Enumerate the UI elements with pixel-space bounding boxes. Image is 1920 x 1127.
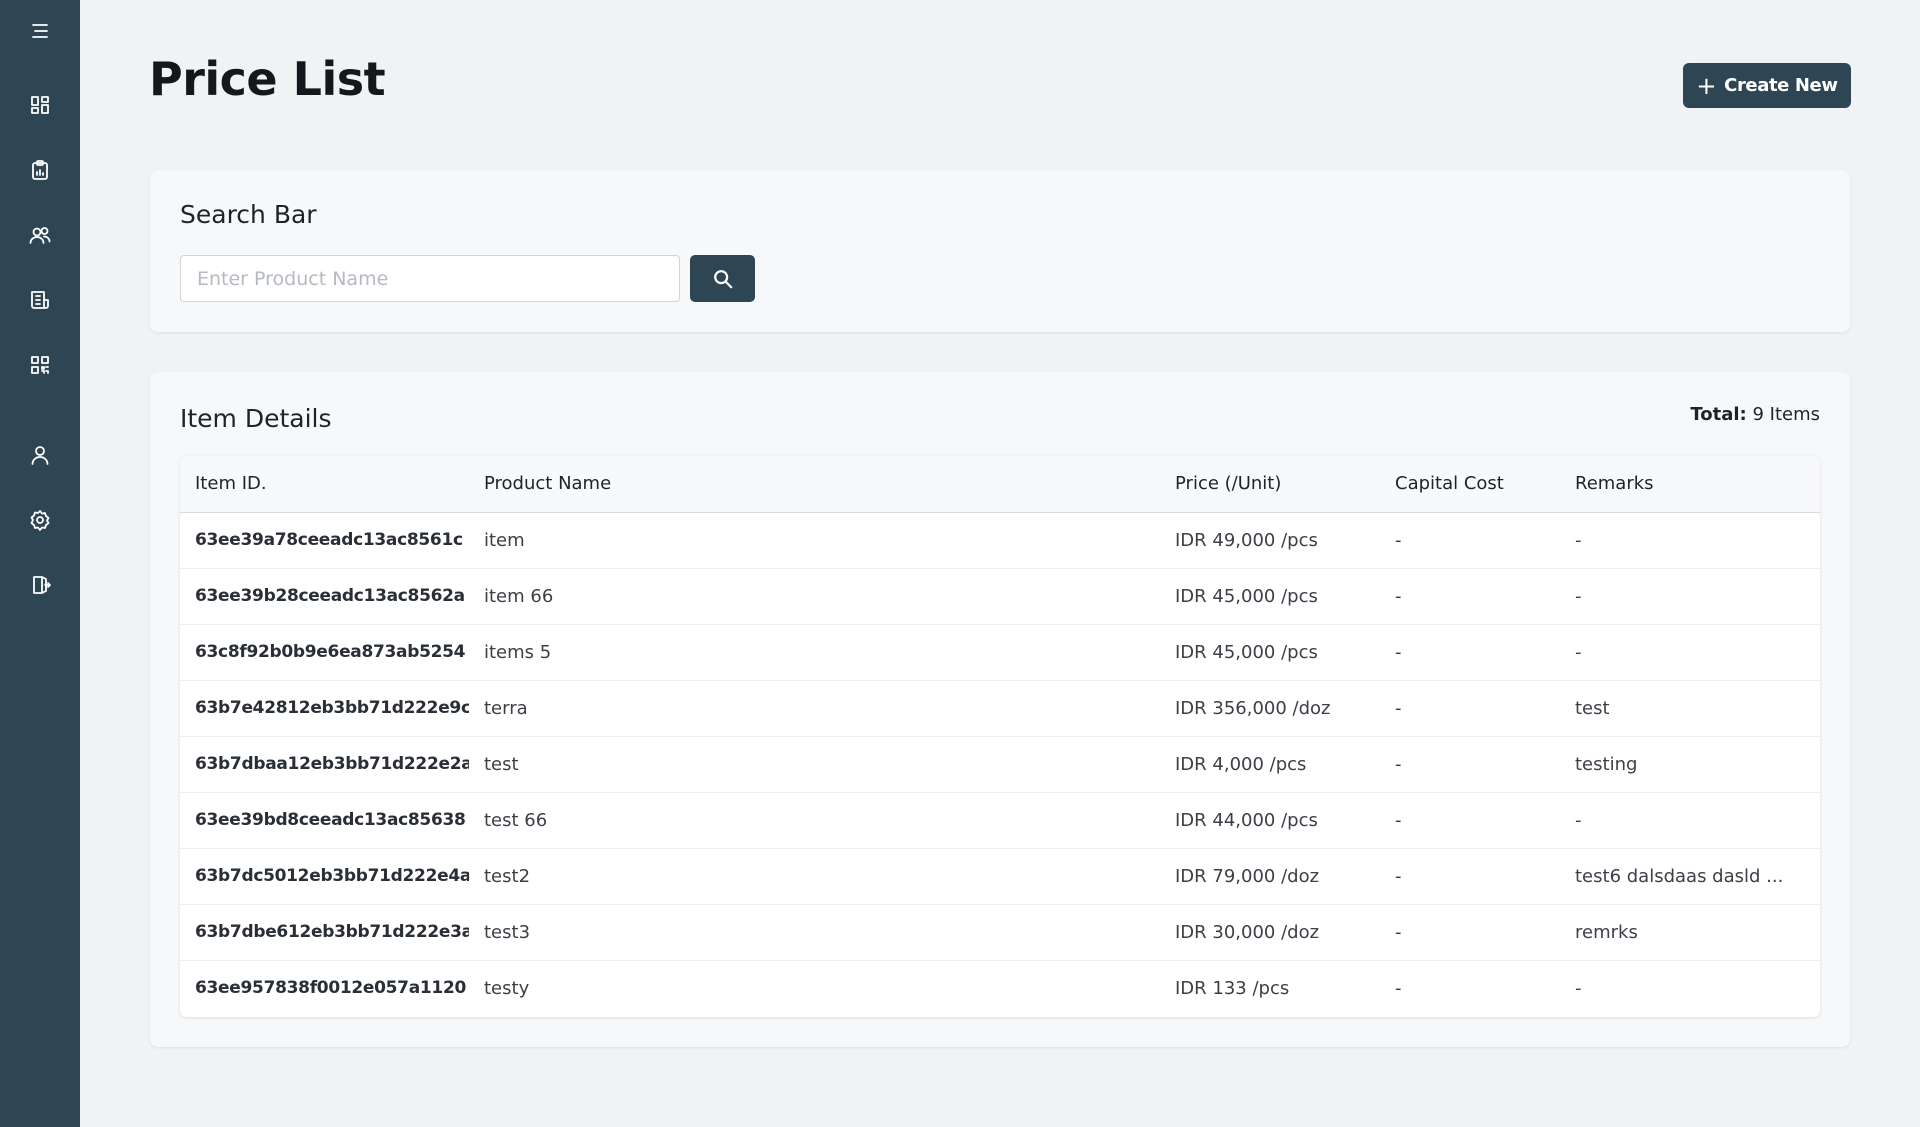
- item-id-cell: 63b7dbe612eb3bb71d222e3a: [195, 922, 469, 942]
- items-table: Item ID. Product Name Price (/Unit) Capi…: [180, 456, 1820, 1017]
- capital-cost-cell: -: [1395, 865, 1402, 887]
- remarks-cell: remrks: [1575, 921, 1638, 943]
- sidebar-item-dashboard[interactable]: [0, 83, 80, 127]
- capital-cost-cell: -: [1395, 809, 1402, 831]
- product-name-cell: item: [484, 529, 525, 551]
- main-content: Price List + Create New Search Bar Item …: [80, 0, 1920, 1127]
- search-card-title: Search Bar: [180, 200, 317, 229]
- capital-cost-cell: -: [1395, 697, 1402, 719]
- product-name-cell: items 5: [484, 641, 552, 663]
- item-id-cell: 63ee39bd8ceeadc13ac85638: [195, 810, 466, 830]
- price-cell: IDR 49,000 /pcs: [1175, 529, 1318, 551]
- sidebar-item-logout[interactable]: [0, 563, 80, 607]
- table-row[interactable]: 63ee957838f0012e057a1120 testy IDR 133 /…: [180, 960, 1820, 1016]
- column-header-capital-cost: Capital Cost: [1395, 473, 1504, 495]
- price-cell: IDR 4,000 /pcs: [1175, 753, 1307, 775]
- item-id-cell: 63b7dbaa12eb3bb71d222e2a: [195, 754, 469, 774]
- remarks-cell: -: [1575, 977, 1582, 999]
- item-id-cell: 63b7dc5012eb3bb71d222e4a: [195, 866, 469, 886]
- remarks-cell: -: [1575, 585, 1582, 607]
- sidebar-item-settings[interactable]: [0, 498, 80, 542]
- create-new-button[interactable]: + Create New: [1683, 63, 1851, 108]
- qr-code-icon: [31, 356, 49, 374]
- product-name-cell: testy: [484, 977, 530, 999]
- settings-icon: [30, 510, 50, 531]
- item-id-cell: 63ee957838f0012e057a1120: [195, 978, 467, 999]
- create-new-label: Create New: [1724, 75, 1838, 96]
- product-name-cell: test3: [484, 921, 531, 943]
- search-input[interactable]: [180, 255, 680, 302]
- sidebar-item-profile[interactable]: [0, 433, 80, 477]
- table-row[interactable]: 63b7e42812eb3bb71d222e9c terra IDR 356,0…: [180, 680, 1820, 736]
- remarks-cell: test6 dalsdaas dasld ...: [1575, 865, 1784, 887]
- product-name-cell: test 66: [484, 809, 548, 831]
- page-title: Price List: [149, 52, 386, 106]
- price-cell: IDR 133 /pcs: [1175, 977, 1290, 999]
- price-cell: IDR 45,000 /pcs: [1175, 585, 1318, 607]
- table-row[interactable]: 63b7dbe612eb3bb71d222e3a test3 IDR 30,00…: [180, 904, 1820, 960]
- table-row[interactable]: 63ee39bd8ceeadc13ac85638 test 66 IDR 44,…: [180, 792, 1820, 848]
- users-icon: [29, 227, 51, 244]
- table-row[interactable]: 63b7dc5012eb3bb71d222e4a test2 IDR 79,00…: [180, 848, 1820, 904]
- sidebar-item-documents[interactable]: [0, 278, 80, 322]
- user-profile-icon: [31, 446, 49, 465]
- sidebar: [0, 0, 80, 1127]
- total-label: Total:: [1690, 404, 1747, 425]
- price-cell: IDR 356,000 /doz: [1175, 697, 1331, 719]
- column-header-price: Price (/Unit): [1175, 473, 1282, 495]
- column-header-remarks: Remarks: [1575, 473, 1654, 495]
- total-count: Total: 9 Items: [1690, 404, 1820, 425]
- clipboard-report-icon: [32, 160, 48, 180]
- menu-button[interactable]: [0, 9, 80, 53]
- remarks-cell: -: [1575, 809, 1582, 831]
- item-id-cell: 63ee39a78ceeadc13ac8561c: [195, 530, 463, 550]
- column-header-item-id: Item ID.: [195, 473, 267, 495]
- search-card: Search Bar: [150, 170, 1850, 332]
- table-row[interactable]: 63c8f92b0b9e6ea873ab5254 items 5 IDR 45,…: [180, 624, 1820, 680]
- sidebar-item-users[interactable]: [0, 213, 80, 257]
- table-row[interactable]: 63ee39a78ceeadc13ac8561c item IDR 49,000…: [180, 512, 1820, 568]
- item-id-cell: 63c8f92b0b9e6ea873ab5254: [195, 642, 466, 662]
- remarks-cell: -: [1575, 529, 1582, 551]
- logout-icon: [33, 576, 51, 594]
- remarks-cell: test: [1575, 697, 1610, 719]
- column-header-product-name: Product Name: [484, 473, 612, 495]
- item-details-card: Item Details Total: 9 Items Item ID. Pro…: [150, 372, 1850, 1047]
- table-row[interactable]: 63b7dbaa12eb3bb71d222e2a test IDR 4,000 …: [180, 736, 1820, 792]
- total-value: 9 Items: [1752, 404, 1820, 425]
- sidebar-item-qr[interactable]: [0, 343, 80, 387]
- item-details-title: Item Details: [180, 404, 332, 433]
- product-name-cell: terra: [484, 697, 528, 719]
- table-header-row: Item ID. Product Name Price (/Unit) Capi…: [180, 456, 1820, 512]
- capital-cost-cell: -: [1395, 753, 1402, 775]
- plus-icon: +: [1696, 71, 1717, 100]
- item-id-cell: 63b7e42812eb3bb71d222e9c: [195, 698, 469, 718]
- search-button[interactable]: [690, 255, 755, 302]
- price-cell: IDR 30,000 /doz: [1175, 921, 1320, 943]
- capital-cost-cell: -: [1395, 529, 1402, 551]
- capital-cost-cell: -: [1395, 641, 1402, 663]
- capital-cost-cell: -: [1395, 585, 1402, 607]
- capital-cost-cell: -: [1395, 921, 1402, 943]
- product-name-cell: test2: [484, 865, 531, 887]
- price-cell: IDR 45,000 /pcs: [1175, 641, 1318, 663]
- price-cell: IDR 79,000 /doz: [1175, 865, 1320, 887]
- product-name-cell: test: [484, 753, 519, 775]
- item-id-cell: 63ee39b28ceeadc13ac8562a: [195, 586, 465, 606]
- remarks-cell: testing: [1575, 753, 1638, 775]
- capital-cost-cell: -: [1395, 977, 1402, 999]
- product-name-cell: item 66: [484, 585, 554, 607]
- sidebar-item-reports[interactable]: [0, 148, 80, 192]
- price-cell: IDR 44,000 /pcs: [1175, 809, 1318, 831]
- menu-icon: [32, 24, 48, 38]
- dashboard-icon: [31, 96, 49, 114]
- search-icon: [713, 269, 732, 288]
- remarks-cell: -: [1575, 641, 1582, 663]
- table-row[interactable]: 63ee39b28ceeadc13ac8562a item 66 IDR 45,…: [180, 568, 1820, 624]
- document-list-icon: [31, 291, 49, 309]
